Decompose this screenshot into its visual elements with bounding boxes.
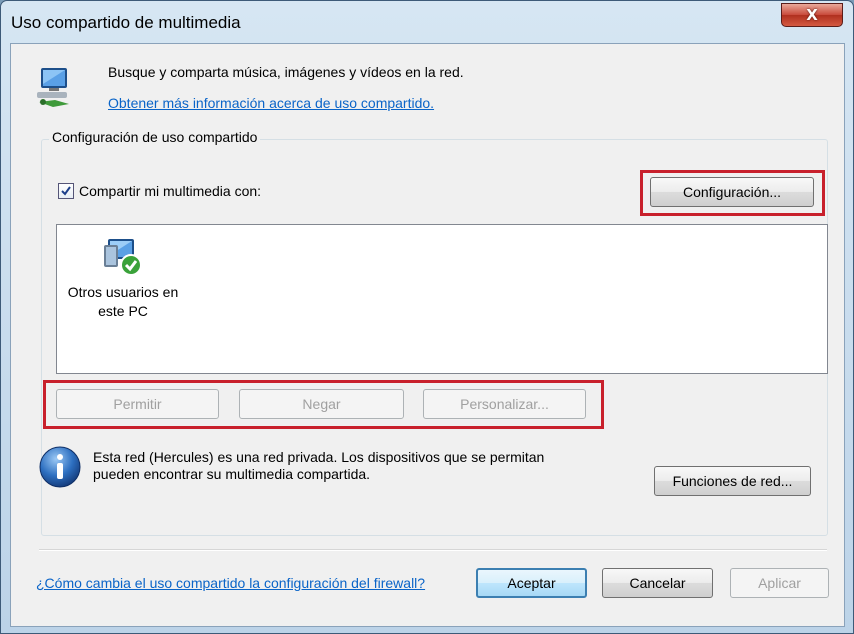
title-bar[interactable]: Uso compartido de multimedia X [1, 1, 853, 43]
dialog-body: Busque y comparta música, imágenes y víd… [10, 43, 845, 627]
footer-separator [39, 549, 827, 551]
device-label-line1: Otros usuarios en [67, 284, 179, 300]
header-description: Busque y comparta música, imágenes y víd… [108, 64, 464, 80]
apply-button[interactable]: Aplicar [730, 568, 829, 598]
sharing-settings-group-label: Configuración de uso compartido [49, 129, 261, 145]
settings-button[interactable]: Configuración... [650, 177, 814, 207]
info-icon [38, 445, 82, 492]
allow-button[interactable]: Permitir [56, 389, 219, 419]
list-item[interactable]: Otros usuarios en este PC [63, 235, 183, 321]
close-icon: X [806, 6, 818, 24]
network-users-check-icon [104, 239, 142, 276]
learn-more-link[interactable]: Obtener más información acerca de uso co… [108, 95, 434, 111]
firewall-help-link[interactable]: ¿Cómo cambia el uso compartido la config… [36, 575, 425, 591]
share-media-checkbox-row[interactable]: Compartir mi multimedia con: [58, 183, 261, 199]
media-sharing-icon [35, 64, 75, 111]
network-info-text: Esta red (Hercules) es una red privada. … [93, 449, 633, 483]
window-title: Uso compartido de multimedia [11, 13, 241, 32]
media-sharing-window: Uso compartido de multimedia X Busque y … [0, 0, 854, 634]
network-info-line2: pueden encontrar su multimedia compartid… [93, 466, 371, 482]
share-media-checkbox[interactable] [58, 183, 74, 199]
device-label-line2: este PC [98, 303, 148, 319]
deny-button[interactable]: Negar [239, 389, 404, 419]
close-button[interactable]: X [781, 3, 843, 27]
ok-button[interactable]: Aceptar [476, 568, 587, 598]
checkmark-icon [61, 186, 71, 196]
customize-button[interactable]: Personalizar... [423, 389, 586, 419]
devices-list[interactable]: Otros usuarios en este PC [56, 224, 828, 374]
cancel-button[interactable]: Cancelar [602, 568, 713, 598]
network-info-line1: Esta red (Hercules) es una red privada. … [93, 449, 545, 465]
share-media-checkbox-label: Compartir mi multimedia con: [79, 183, 262, 199]
network-functions-button[interactable]: Funciones de red... [654, 466, 811, 496]
